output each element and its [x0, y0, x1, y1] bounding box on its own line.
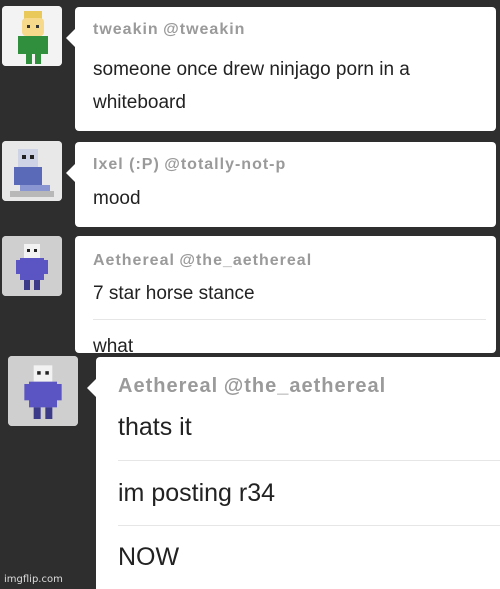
message-text: 7 star horse stance [93, 283, 255, 304]
message-card: Aethereal @the_aethereal 7 star horse st… [75, 236, 496, 353]
message-divider [118, 525, 500, 526]
message-header: Ixel (:P) @totally-not-p [93, 156, 286, 174]
user-handle[interactable]: @tweakin [163, 21, 245, 38]
message-header: Aethereal @the_aethereal [93, 252, 312, 270]
message-header: Aethereal @the_aethereal [118, 375, 386, 398]
message-text: im posting r34 [118, 479, 276, 507]
avatar[interactable] [2, 6, 62, 66]
pixel-character-avatar-icon [2, 141, 62, 201]
message-text: what [93, 336, 134, 353]
username[interactable]: Aethereal [118, 375, 218, 397]
message-text: whiteboard [93, 92, 186, 113]
message-text: thats it [118, 413, 192, 441]
avatar[interactable] [2, 236, 62, 296]
message-card: Aethereal @the_aethereal thats it im pos… [87, 357, 500, 589]
message-card: tweakin @tweakin someone once drew ninja… [66, 7, 496, 131]
message-card: Ixel (:P) @totally-not-p mood [66, 142, 496, 227]
watermark: imgflip.com [4, 574, 63, 585]
user-handle[interactable]: @the_aethereal [224, 375, 386, 397]
message-text: someone once drew ninjago porn in a [93, 59, 410, 80]
avatar[interactable] [2, 141, 62, 201]
message-header: tweakin @tweakin [93, 21, 245, 39]
user-handle[interactable]: @the_aethereal [179, 252, 312, 269]
pixel-sans-avatar-icon [2, 236, 62, 296]
message-divider [93, 319, 486, 320]
username[interactable]: Aethereal [93, 252, 175, 269]
user-handle[interactable]: @totally-not-p [164, 156, 286, 173]
message-text: mood [93, 188, 141, 209]
username[interactable]: tweakin [93, 21, 159, 38]
username[interactable]: Ixel (:P) [93, 156, 160, 173]
message-divider [118, 460, 500, 461]
lego-ninja-avatar-icon [2, 6, 62, 66]
message-text: NOW [118, 543, 180, 571]
pixel-sans-avatar-icon [8, 356, 78, 426]
avatar[interactable] [8, 356, 78, 426]
